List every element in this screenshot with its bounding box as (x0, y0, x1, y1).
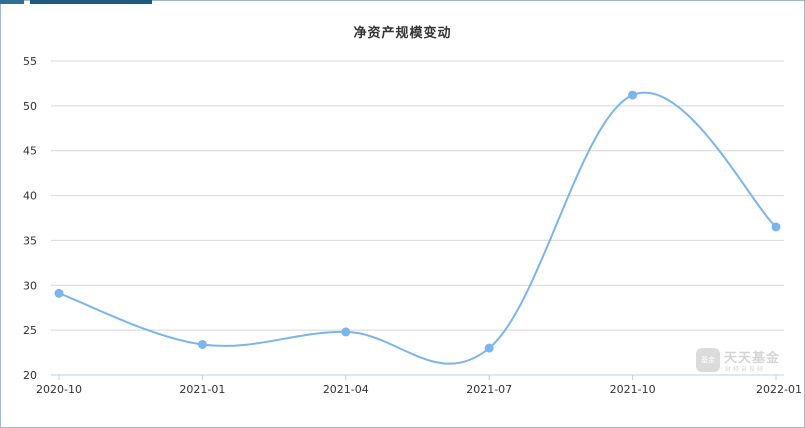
y-tick-label: 55 (23, 55, 37, 68)
y-tick-label: 40 (23, 190, 37, 203)
y-tick-label: 30 (23, 279, 37, 292)
x-tick-label: 2022-01 (756, 383, 802, 396)
x-tick-label: 2021-01 (179, 383, 225, 396)
y-tick-label: 25 (23, 324, 37, 337)
series-layer (54, 90, 781, 365)
data-point (54, 288, 64, 298)
x-tick-label: 2021-04 (323, 383, 369, 396)
data-point (771, 222, 781, 232)
data-point (484, 343, 494, 353)
data-point (628, 90, 638, 100)
y-tick-label: 35 (23, 234, 37, 247)
x-axis: 2020-10 2021-01 2021-04 2021-07 2021-10 2022-… (36, 374, 802, 396)
y-axis: 20 25 30 35 40 45 50 55 (23, 55, 37, 382)
y-tick-label: 50 (23, 100, 37, 113)
line-chart: 2025303540455055 2020-10 2021-01 2021-04 20… (23, 55, 802, 396)
watermark-logo: 基金 天天基金 财经自投顾 (696, 348, 788, 374)
watermark-tagline: 财经自投顾 (725, 366, 766, 373)
x-tick-label: 2020-10 (36, 383, 82, 396)
y-tick-label: 20 (23, 369, 37, 382)
x-tick-label: 2021-10 (610, 383, 656, 396)
x-tick-label: 2021-07 (466, 383, 512, 396)
series-line (58, 91, 777, 365)
watermark-badge: 基金 (696, 348, 720, 372)
data-point (341, 327, 351, 337)
grid-lines (51, 60, 784, 331)
data-point (197, 339, 207, 349)
y-tick-label: 45 (23, 145, 37, 158)
